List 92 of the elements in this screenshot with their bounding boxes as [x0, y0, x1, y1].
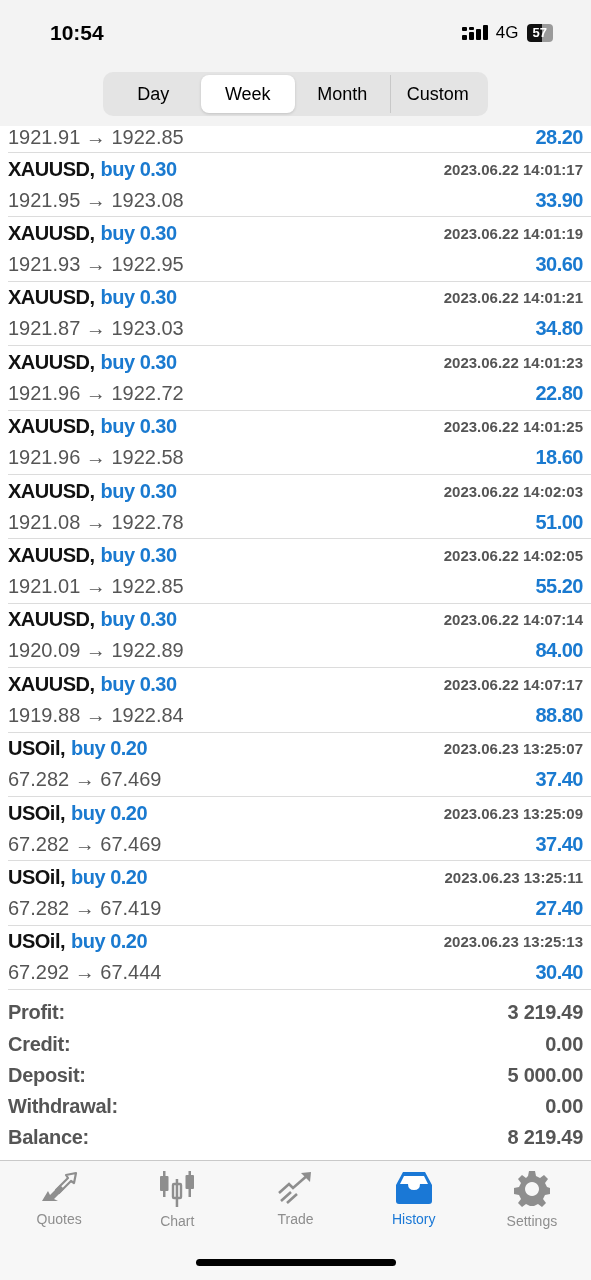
deal-side: buy 0.20 — [71, 737, 148, 761]
deal-symbol: XAUUSD, — [8, 479, 95, 503]
deal-side: buy 0.30 — [100, 479, 177, 503]
period-tab[interactable]: Month — [295, 75, 390, 113]
deal-symbol: USOil, — [8, 801, 65, 825]
deal-prices: 1921.87 → 1923.03 — [8, 317, 184, 341]
summary-value: 0.00 — [545, 1032, 583, 1056]
summary-value: 0.00 — [545, 1095, 583, 1119]
deal-prices: 1921.91 → 1922.85 — [8, 125, 184, 149]
deal-side: buy 0.30 — [100, 157, 177, 181]
deal-profit: 33.90 — [535, 188, 583, 212]
deal-time: 2023.06.22 14:01:21 — [443, 289, 583, 307]
deal-side: buy 0.30 — [100, 544, 177, 568]
deal-symbol: XAUUSD, — [8, 608, 95, 632]
summary-label: Withdrawal: — [8, 1095, 118, 1119]
deal-profit: 51.00 — [535, 510, 583, 534]
deal-symbol: XAUUSD, — [8, 415, 95, 439]
deal-prices: 1920.09 → 1922.89 — [8, 639, 184, 663]
deal-symbol: XAUUSD, — [8, 350, 95, 374]
deal-time: 2023.06.22 14:01:17 — [443, 160, 583, 178]
deal-prices: 67.282 → 67.469 — [8, 832, 162, 856]
deal-prices: 1921.96 → 1922.72 — [8, 381, 184, 405]
deal-prices: 1921.01 → 1922.85 — [8, 575, 184, 599]
deal-prices: 67.282 → 67.419 — [8, 897, 162, 920]
deal-symbol: USOil, — [8, 737, 65, 761]
deal-time: 2023.06.22 14:01:25 — [443, 418, 583, 436]
deal-profit: 37.40 — [535, 832, 583, 856]
deal-time: 2023.06.22 14:02:03 — [443, 482, 583, 500]
deal-side: buy 0.30 — [100, 415, 177, 439]
tray-icon — [394, 1170, 433, 1205]
deal-time: 2023.06.22 14:01:23 — [443, 353, 583, 371]
deal-symbol: USOil, — [8, 866, 65, 889]
deal-prices: 1919.88 → 1922.84 — [8, 703, 184, 727]
deal-prices: 1921.08 → 1922.78 — [8, 510, 184, 534]
deal-side: buy 0.30 — [100, 222, 177, 246]
candlestick-icon — [158, 1170, 197, 1207]
tab-bar-item[interactable]: Quotes — [0, 1170, 119, 1229]
settings-icon — [513, 1170, 550, 1207]
signal-icon — [461, 25, 488, 41]
summary-label: Deposit: — [8, 1063, 86, 1087]
summary-value: 3 219.49 — [507, 1001, 583, 1025]
deal-time: 2023.06.22 14:01:19 — [443, 225, 583, 243]
deal-symbol: XAUUSD, — [8, 544, 95, 568]
network-label: 4G — [495, 23, 519, 43]
deal-symbol: XAUUSD, — [8, 286, 95, 310]
deal-side: buy 0.30 — [100, 286, 177, 310]
deal-side: buy 0.30 — [100, 608, 177, 632]
deal-profit: 37.40 — [535, 768, 583, 792]
summary-label: Credit: — [8, 1032, 71, 1056]
deal-profit: 30.60 — [535, 253, 583, 277]
deal-prices: 1921.95 → 1923.08 — [8, 188, 184, 212]
deal-side: buy 0.20 — [71, 801, 148, 825]
tab-bar-item[interactable]: Chart — [118, 1170, 237, 1229]
deal-profit: 18.60 — [535, 446, 583, 470]
tab-bar-item[interactable]: History — [354, 1170, 473, 1229]
period-tab[interactable]: Week — [200, 75, 295, 113]
deal-symbol: USOil, — [8, 930, 65, 954]
deal-time: 2023.06.22 14:07:17 — [443, 675, 583, 693]
period-tab[interactable]: Custom — [389, 75, 485, 113]
deal-profit: 22.80 — [535, 381, 583, 405]
deal-time: 2023.06.22 14:07:14 — [443, 611, 583, 629]
deal-time: 2023.06.23 13:25:09 — [443, 804, 583, 822]
deal-profit: 88.80 — [535, 703, 583, 727]
deal-profit: 34.80 — [535, 317, 583, 341]
deal-time: 2023.06.23 13:25:13 — [443, 933, 583, 951]
deal-profit: 55.20 — [535, 575, 583, 599]
clock-time: 10:54 — [50, 21, 104, 45]
deal-time: 2023.06.23 13:25:11 — [444, 869, 583, 886]
summary-label: Profit: — [8, 1001, 65, 1025]
deal-profit: 30.40 — [535, 961, 583, 985]
deal-profit: 28.20 — [535, 125, 583, 149]
deal-profit: 27.40 — [535, 897, 583, 920]
deal-symbol: XAUUSD, — [8, 157, 95, 181]
summary-value: 8 219.49 — [507, 1126, 583, 1150]
deal-side: buy 0.20 — [71, 866, 148, 889]
deal-prices: 67.292 → 67.444 — [8, 961, 162, 985]
deal-prices: 1921.96 → 1922.58 — [8, 446, 184, 470]
deal-symbol: XAUUSD, — [8, 222, 95, 246]
deal-symbol: XAUUSD, — [8, 672, 95, 696]
deal-prices: 67.282 → 67.469 — [8, 768, 162, 792]
period-tab[interactable]: Day — [106, 75, 201, 113]
tab-bar-item[interactable]: Trade — [236, 1170, 355, 1229]
deal-prices: 1921.93 → 1922.95 — [8, 253, 184, 277]
tab-bar-item[interactable]: Settings — [472, 1170, 591, 1229]
deal-time: 2023.06.22 14:02:05 — [443, 547, 583, 565]
deal-side: buy 0.30 — [100, 672, 177, 696]
deal-profit: 84.00 — [535, 639, 583, 663]
deal-time: 2023.06.23 13:25:07 — [443, 740, 583, 758]
deal-side: buy 0.30 — [100, 350, 177, 374]
summary-value: 5 000.00 — [507, 1063, 583, 1087]
summary-label: Balance: — [8, 1126, 89, 1150]
deal-side: buy 0.20 — [71, 930, 148, 954]
